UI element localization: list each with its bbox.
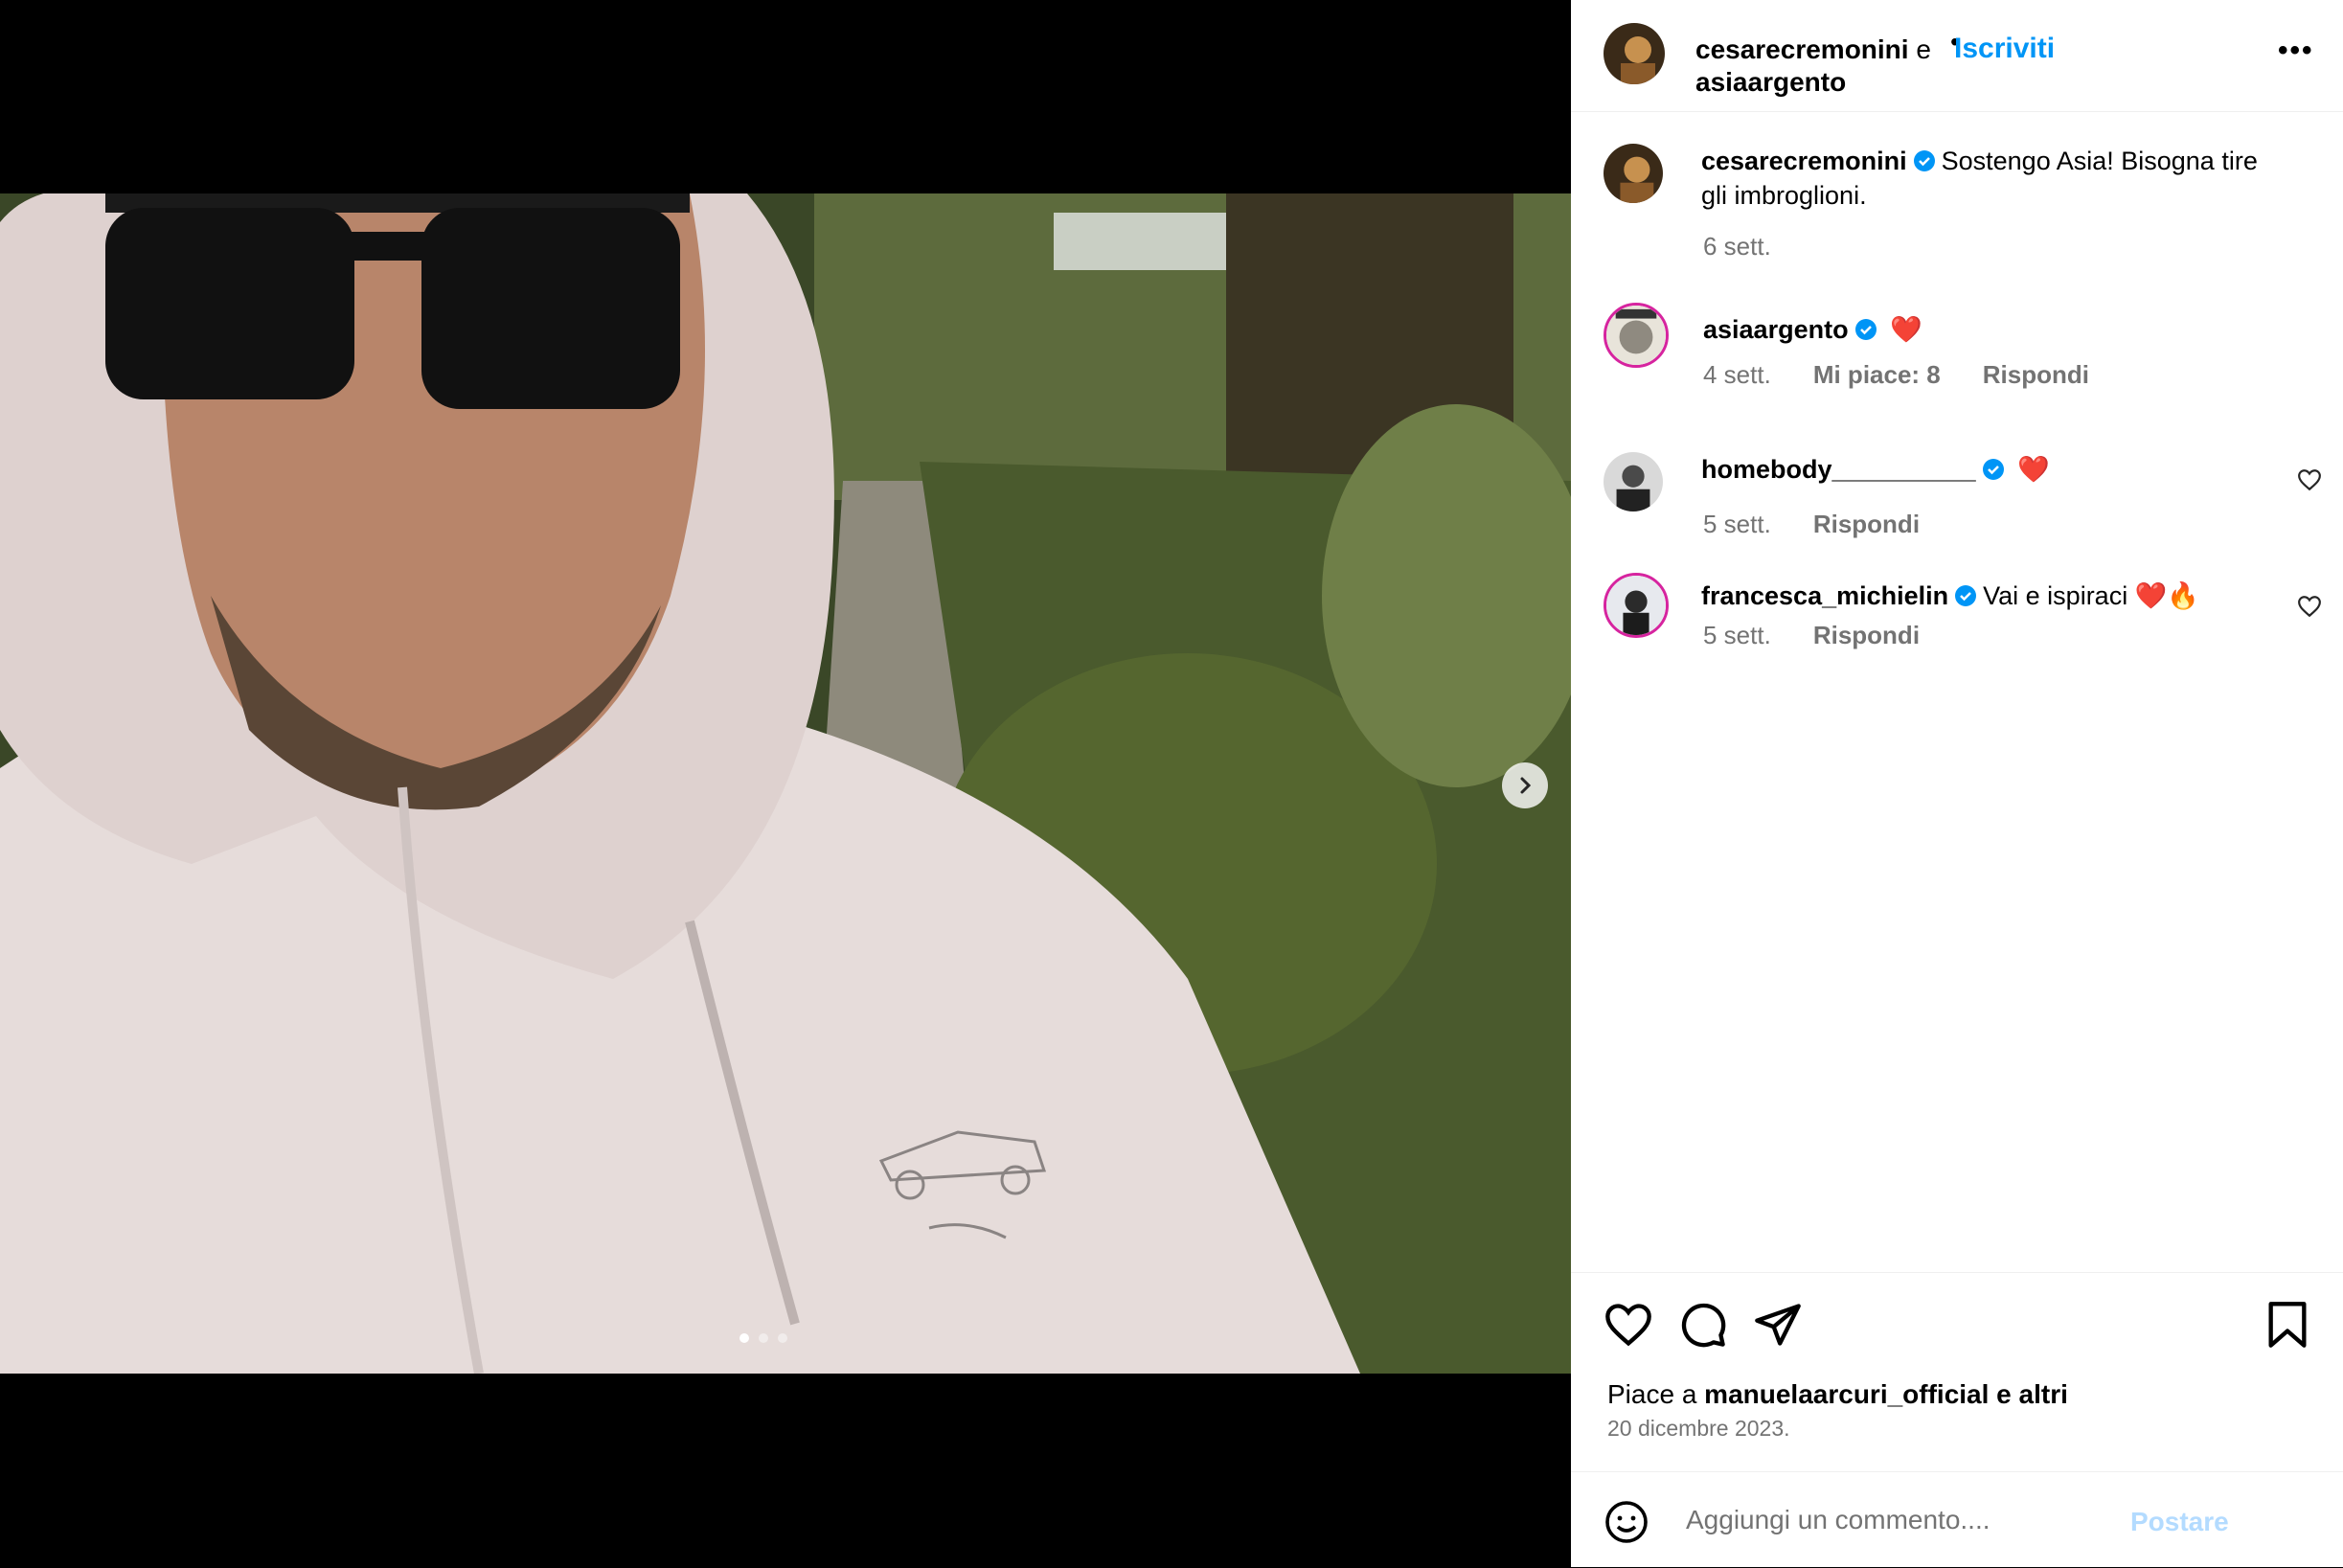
follow-button[interactable]: Iscriviti <box>1954 33 2055 65</box>
comment-text: homebody__________ ❤️ <box>1701 452 2050 487</box>
more-options-button[interactable]: ••• <box>2278 34 2314 67</box>
comment-username[interactable]: francesca_michielin <box>1701 581 1948 610</box>
author-avatar[interactable] <box>1604 23 1665 84</box>
post-authors: cesarecremonini e <box>1695 33 1931 67</box>
comment-meta: 5 sett. Rispondi <box>1703 510 1920 539</box>
carousel-dot <box>739 1333 749 1343</box>
like-comment-icon[interactable] <box>2297 467 2322 492</box>
verified-icon <box>1955 585 1977 606</box>
author-avatar[interactable] <box>1604 144 1663 203</box>
emoji-icon[interactable] <box>1604 1499 1649 1545</box>
comment-time: 4 sett. <box>1703 360 1771 389</box>
comment-likes[interactable]: Mi piace: 8 <box>1813 360 1941 390</box>
post-side-panel: cesarecremonini e • Iscriviti asiaargent… <box>1571 0 2343 1567</box>
likes-suffix[interactable]: e altri <box>1989 1379 2068 1409</box>
post-header: cesarecremonini e • Iscriviti asiaargent… <box>1571 0 2343 112</box>
comment-time: 5 sett. <box>1703 621 1771 649</box>
likes-summary: Piace a manuelaarcuri_official e altri <box>1607 1379 2068 1410</box>
carousel-dot <box>778 1333 787 1343</box>
like-comment-icon[interactable] <box>2297 594 2322 619</box>
likes-prefix: Piace a <box>1607 1379 1705 1409</box>
caption-line-1: Sostengo Asia! Bisogna tire <box>1941 147 2258 175</box>
comment-input[interactable] <box>1684 1495 2109 1545</box>
heart-icon[interactable] <box>1604 1300 1653 1350</box>
post-media <box>0 0 1571 1567</box>
reply-button[interactable]: Rispondi <box>1983 360 2089 390</box>
bookmark-icon[interactable] <box>2263 1300 2312 1350</box>
comment-text: asiaargento ❤️ <box>1703 312 1922 347</box>
more-icon: ••• <box>2278 34 2314 66</box>
post-photo[interactable] <box>0 193 1571 1374</box>
post-date: 20 dicembre 2023. <box>1607 1416 1790 1441</box>
share-icon[interactable] <box>1753 1300 1803 1350</box>
comment-time: 5 sett. <box>1703 510 1771 538</box>
caption-text: cesarecremonini Sostengo Asia! Bisogna ti… <box>1701 144 2314 213</box>
comment-username[interactable]: asiaargento <box>1703 315 1849 344</box>
author-conjunction: e <box>1916 34 1931 64</box>
reply-button[interactable]: Rispondi <box>1813 510 1920 539</box>
comment-body: Vai e ispiraci ❤️🔥 <box>1983 581 2199 610</box>
reply-button[interactable]: Rispondi <box>1813 621 1920 650</box>
commenter-avatar[interactable] <box>1604 573 1669 638</box>
carousel-indicator <box>739 1333 787 1343</box>
carousel-next-button[interactable] <box>1502 762 1548 808</box>
verified-icon <box>1982 459 2004 480</box>
commenter-avatar[interactable] <box>1604 452 1663 511</box>
comment-meta: 4 sett. Mi piace: 8 Rispondi <box>1703 360 2089 390</box>
commenter-avatar[interactable] <box>1604 303 1669 368</box>
author-username[interactable]: cesarecremonini <box>1695 34 1909 64</box>
collaborator-username[interactable]: asiaargento <box>1695 67 1846 98</box>
caption-meta: 6 sett. <box>1703 232 1771 261</box>
post-actions <box>1571 1272 2343 1392</box>
comment-username[interactable]: homebody__________ <box>1701 455 1976 484</box>
carousel-dot <box>759 1333 768 1343</box>
comment-body: ❤️ <box>1890 315 1922 344</box>
likes-user[interactable]: manuelaarcuri_official <box>1704 1379 1989 1409</box>
comment-text: francesca_michielin Vai e ispiraci ❤️🔥 <box>1701 579 2199 613</box>
caption-time: 6 sett. <box>1703 232 1771 261</box>
post-comment-button[interactable]: Postare <box>2130 1507 2229 1537</box>
verified-icon <box>1913 150 1935 171</box>
caption-username[interactable]: cesarecremonini <box>1701 147 1907 175</box>
comment-meta: 5 sett. Rispondi <box>1703 621 1920 650</box>
comment-icon[interactable] <box>1678 1300 1728 1350</box>
verified-icon <box>1854 319 1877 340</box>
comment-body: ❤️ <box>2017 455 2050 484</box>
add-comment-row: Postare <box>1571 1471 2343 1568</box>
chevron-right-icon <box>1520 777 1532 794</box>
caption-line-2: gli imbroglioni. <box>1701 181 1867 210</box>
